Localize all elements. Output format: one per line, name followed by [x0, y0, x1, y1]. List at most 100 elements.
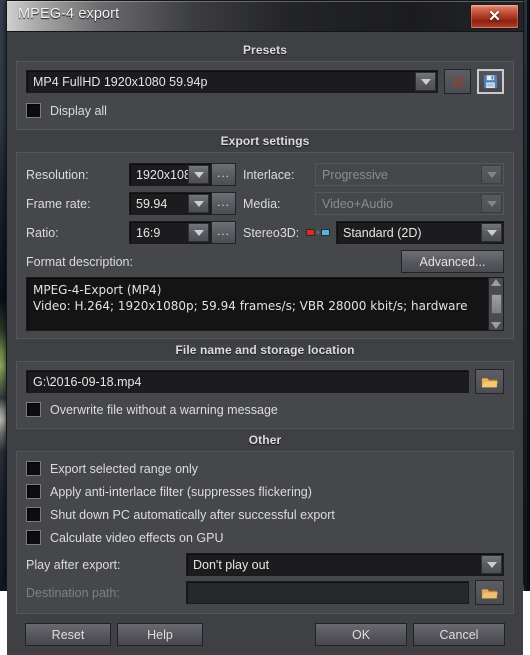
- format-description-header: Format description: Advanced...: [26, 250, 504, 273]
- format-description-label: Format description:: [26, 255, 133, 269]
- anaglyph-glasses-icon: [306, 227, 330, 239]
- chevron-down-icon: [487, 230, 497, 236]
- export-selected-range-checkbox[interactable]: [26, 461, 41, 476]
- folder-icon: [481, 586, 498, 600]
- ratio-label: Ratio:: [26, 226, 129, 240]
- cancel-button[interactable]: Cancel: [413, 623, 505, 646]
- red-x-icon: [451, 75, 465, 89]
- stereo3d-value: Standard (2D): [337, 222, 481, 243]
- play-after-export-row: Play after export: Don't play out: [26, 553, 504, 576]
- glasses-bridge: [316, 230, 320, 234]
- scrollbar-thumb[interactable]: [491, 294, 502, 314]
- preset-select[interactable]: MP4 FullHD 1920x1080 59.94p: [26, 70, 438, 93]
- play-after-export-arrow[interactable]: [481, 555, 502, 574]
- scroll-down-icon[interactable]: [491, 322, 501, 329]
- reset-button[interactable]: Reset: [25, 623, 111, 646]
- ratio-select[interactable]: 16:9: [129, 221, 211, 244]
- media-select-arrow[interactable]: [481, 194, 502, 213]
- gpu-effects-label: Calculate video effects on GPU: [50, 531, 223, 545]
- preset-select-arrow[interactable]: [415, 72, 436, 91]
- framerate-label: Frame rate:: [26, 197, 129, 211]
- chevron-down-icon: [194, 172, 204, 178]
- chevron-down-icon: [487, 201, 497, 207]
- framerate-value: 59.94: [130, 193, 188, 214]
- window-title: MPEG-4 export: [18, 6, 119, 22]
- framerate-select[interactable]: 59.94: [129, 192, 211, 215]
- overwrite-checkbox[interactable]: [26, 402, 41, 417]
- overwrite-label: Overwrite file without a warning message: [50, 403, 278, 417]
- shutdown-pc-checkbox[interactable]: [26, 507, 41, 522]
- delete-preset-button[interactable]: [444, 69, 471, 94]
- framerate-more-button[interactable]: ...: [211, 192, 236, 215]
- file-location-group: G:\2016-09-18.mp4 Overwrite file without…: [16, 361, 514, 429]
- floppy-save-icon: [483, 74, 498, 89]
- shutdown-pc-label: Shut down PC automatically after success…: [50, 508, 335, 522]
- mpeg4-export-dialog: MPEG-4 export ✕ Presets MP4 FullHD 1920x…: [6, 0, 524, 585]
- anti-interlace-filter-checkbox[interactable]: [26, 484, 41, 499]
- ratio-select-arrow[interactable]: [188, 223, 209, 242]
- destination-path-input[interactable]: [186, 581, 469, 604]
- folder-icon: [481, 375, 498, 389]
- interlace-select-arrow[interactable]: [481, 165, 502, 184]
- resolution-more-button[interactable]: ...: [211, 163, 236, 186]
- export-settings-section-title: Export settings: [16, 130, 514, 152]
- file-path-input[interactable]: G:\2016-09-18.mp4: [26, 370, 469, 393]
- chevron-down-icon: [421, 79, 431, 85]
- stereo3d-select[interactable]: Standard (2D): [336, 221, 504, 244]
- file-path-row: G:\2016-09-18.mp4: [26, 369, 504, 394]
- other-section-title: Other: [16, 429, 514, 451]
- format-description-box: MPEG-4-Export (MP4) Video: H.264; 1920x1…: [26, 277, 504, 331]
- destination-path-row: Destination path:: [26, 580, 504, 605]
- chevron-down-icon: [194, 201, 204, 207]
- export-settings-group: Resolution: 1920x1080 ... Interlace: Pro…: [16, 152, 514, 339]
- chevron-down-icon: [487, 172, 497, 178]
- overwrite-row: Overwrite file without a warning message: [26, 398, 504, 421]
- resolution-select[interactable]: 1920x1080: [129, 163, 211, 186]
- destination-path-label: Destination path:: [26, 586, 180, 600]
- interlace-select[interactable]: Progressive: [315, 163, 504, 186]
- format-description-line-2: Video: H.264; 1920x1080p; 59.94 frames/s…: [33, 298, 482, 314]
- media-select[interactable]: Video+Audio: [315, 192, 504, 215]
- export-settings-grid: Resolution: 1920x1080 ... Interlace: Pro…: [26, 160, 504, 247]
- title-bar: MPEG-4 export ✕: [7, 1, 523, 32]
- scroll-up-icon[interactable]: [491, 279, 501, 286]
- display-all-checkbox[interactable]: [26, 103, 41, 118]
- resolution-value: 1920x1080: [130, 164, 188, 185]
- interlace-label: Interlace:: [243, 168, 309, 182]
- chevron-down-icon: [487, 562, 497, 568]
- interlace-value: Progressive: [316, 164, 481, 185]
- save-preset-button[interactable]: [477, 69, 504, 94]
- help-button[interactable]: Help: [117, 623, 203, 646]
- advanced-button[interactable]: Advanced...: [401, 250, 504, 273]
- glasses-right-lens: [321, 229, 330, 236]
- stereo3d-select-arrow[interactable]: [481, 223, 502, 242]
- presets-group: MP4 FullHD 1920x1080 59.94p: [16, 61, 514, 130]
- resolution-label: Resolution:: [26, 168, 129, 182]
- gpu-effects-checkbox[interactable]: [26, 530, 41, 545]
- close-button[interactable]: ✕: [470, 4, 519, 29]
- presets-section-title: Presets: [16, 39, 514, 61]
- other-group: Export selected range only Apply anti-in…: [16, 451, 514, 614]
- export-selected-range-label: Export selected range only: [50, 462, 198, 476]
- format-description-line-1: MPEG-4-Export (MP4): [33, 282, 482, 298]
- play-after-export-label: Play after export:: [26, 558, 180, 572]
- browse-destination-button[interactable]: [475, 580, 504, 605]
- resolution-select-arrow[interactable]: [188, 165, 209, 184]
- glasses-left-lens: [306, 229, 315, 236]
- media-value: Video+Audio: [316, 193, 481, 214]
- chevron-down-icon: [194, 230, 204, 236]
- play-after-export-select[interactable]: Don't play out: [186, 553, 504, 576]
- checkbox-row: Apply anti-interlace filter (suppresses …: [26, 480, 504, 503]
- preset-select-value: MP4 FullHD 1920x1080 59.94p: [27, 71, 415, 92]
- framerate-select-arrow[interactable]: [188, 194, 209, 213]
- anti-interlace-filter-label: Apply anti-interlace filter (suppresses …: [50, 485, 312, 499]
- format-description-scrollbar[interactable]: [488, 278, 503, 330]
- display-all-label: Display all: [50, 104, 107, 118]
- ok-button[interactable]: OK: [315, 623, 407, 646]
- browse-file-button[interactable]: [475, 369, 504, 394]
- close-icon: ✕: [488, 9, 501, 24]
- checkbox-row: Calculate video effects on GPU: [26, 526, 504, 549]
- checkbox-row: Export selected range only: [26, 457, 504, 480]
- ratio-value: 16:9: [130, 222, 188, 243]
- ratio-more-button[interactable]: ...: [211, 221, 236, 244]
